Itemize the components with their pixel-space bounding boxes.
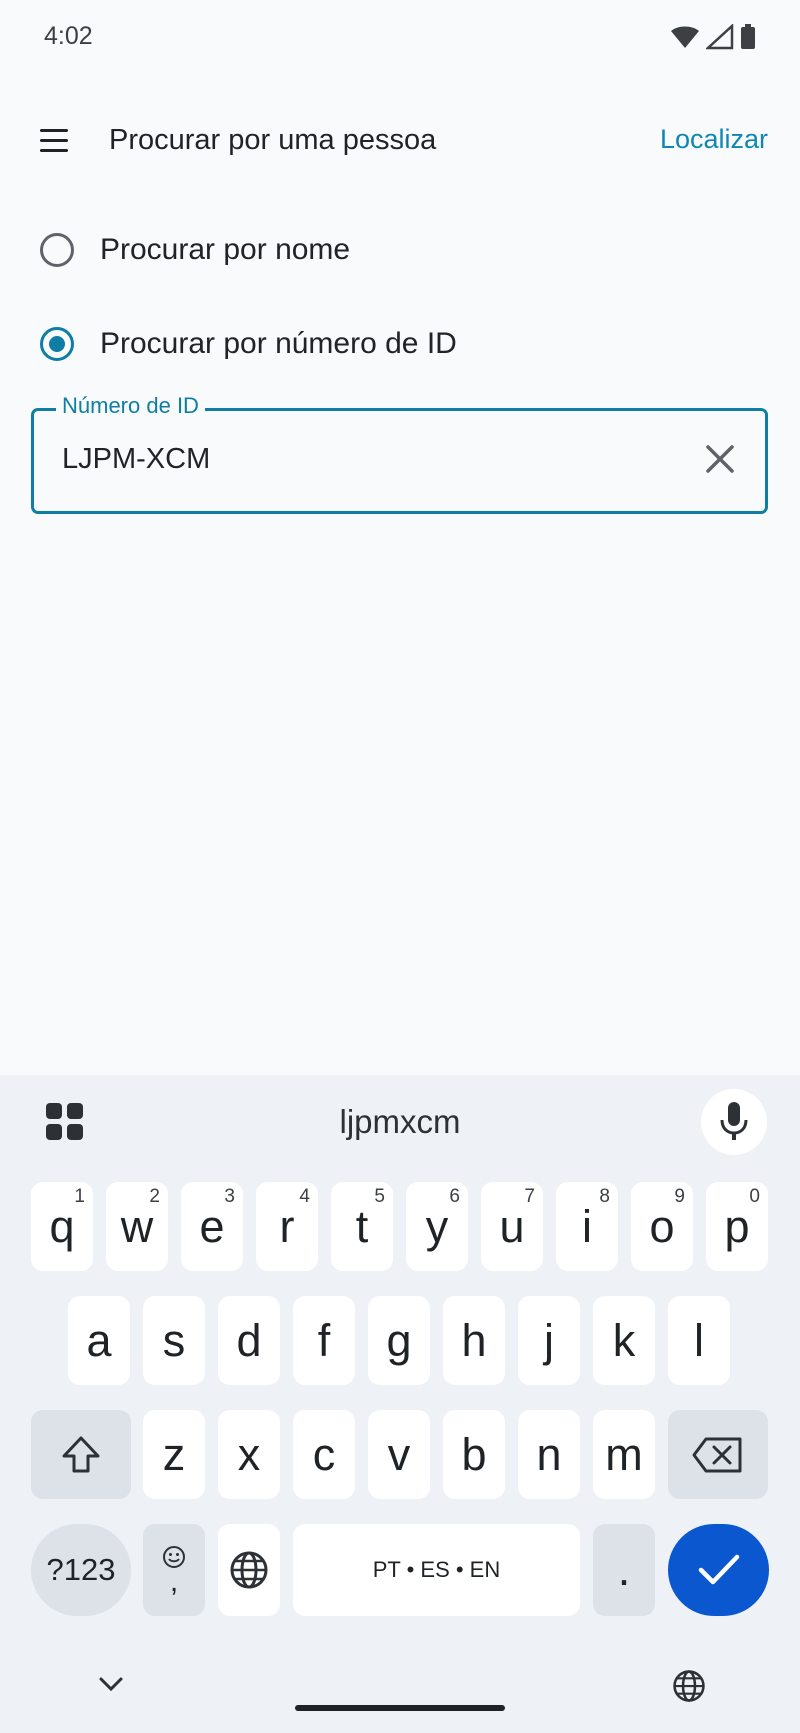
radio-button-selected[interactable]	[40, 327, 74, 361]
key-label: t	[355, 1200, 369, 1252]
key-label: w	[120, 1200, 154, 1252]
localizar-button[interactable]: Localizar	[660, 124, 768, 155]
key-label: r	[279, 1200, 295, 1252]
keyboard	[0, 1075, 800, 1733]
shift-key[interactable]	[31, 1410, 131, 1499]
mic-button[interactable]	[701, 1089, 767, 1155]
key-hint: 6	[449, 1186, 460, 1207]
key-h[interactable]: h	[443, 1296, 505, 1385]
key-hint: 1	[74, 1186, 85, 1207]
keyboard-suggestion[interactable]: ljpmxcm	[300, 1103, 500, 1141]
apps-grid-icon[interactable]	[46, 1103, 84, 1141]
key-x[interactable]: x	[218, 1410, 280, 1499]
key-label: p	[724, 1200, 750, 1252]
key-m[interactable]: m	[593, 1410, 655, 1499]
key-hint: 9	[674, 1186, 685, 1207]
globe-icon[interactable]	[672, 1669, 706, 1703]
key-n[interactable]: n	[518, 1410, 580, 1499]
key-g[interactable]: g	[368, 1296, 430, 1385]
key-c[interactable]: c	[293, 1410, 355, 1499]
key-t[interactable]: t5	[331, 1182, 393, 1271]
symbols-key[interactable]: ?123	[31, 1524, 131, 1616]
key-l[interactable]: l	[668, 1296, 730, 1385]
key-p[interactable]: p0	[706, 1182, 768, 1271]
radio-button[interactable]	[40, 233, 74, 267]
key-u[interactable]: u7	[481, 1182, 543, 1271]
id-number-input[interactable]: LJPM-XCM	[62, 443, 210, 476]
emoji-comma-key[interactable]: ,	[143, 1524, 205, 1616]
key-y[interactable]: y6	[406, 1182, 468, 1271]
key-label: u	[499, 1200, 525, 1252]
globe-icon	[230, 1551, 268, 1589]
key-hint: 0	[749, 1186, 760, 1207]
key-d[interactable]: d	[218, 1296, 280, 1385]
comma-label: ,	[169, 1565, 179, 1598]
key-label: e	[199, 1200, 225, 1252]
space-key[interactable]: PT • ES • EN	[293, 1524, 580, 1616]
period-key[interactable]: .	[593, 1524, 655, 1616]
radio-search-by-name[interactable]: Procurar por nome	[40, 233, 350, 267]
radio-label: Procurar por número de ID	[100, 327, 457, 360]
id-number-field-label: Número de ID	[56, 393, 205, 419]
microphone-icon	[720, 1102, 748, 1140]
key-v[interactable]: v	[368, 1410, 430, 1499]
key-b[interactable]: b	[443, 1410, 505, 1499]
battery-icon	[741, 24, 755, 49]
key-z[interactable]: z	[143, 1410, 205, 1499]
key-hint: 7	[524, 1186, 535, 1207]
radio-label: Procurar por nome	[100, 233, 351, 266]
key-hint: 4	[299, 1186, 310, 1207]
key-label: i	[582, 1200, 592, 1252]
key-i[interactable]: i8	[556, 1182, 618, 1271]
key-f[interactable]: f	[293, 1296, 355, 1385]
key-label: q	[49, 1200, 75, 1252]
menu-icon[interactable]	[36, 122, 72, 158]
wifi-icon	[671, 26, 699, 48]
signal-icon	[706, 24, 734, 50]
key-e[interactable]: e3	[181, 1182, 243, 1271]
backspace-icon	[692, 1437, 742, 1472]
key-hint: 2	[149, 1186, 160, 1207]
key-j[interactable]: j	[518, 1296, 580, 1385]
status-time: 4:02	[44, 22, 93, 50]
language-key[interactable]	[218, 1524, 280, 1616]
key-label: y	[425, 1200, 449, 1252]
navigation-handle[interactable]	[295, 1705, 505, 1711]
key-w[interactable]: w2	[106, 1182, 168, 1271]
key-hint: 8	[599, 1186, 610, 1207]
radio-search-by-id[interactable]: Procurar por número de ID	[40, 327, 457, 361]
enter-button[interactable]	[668, 1524, 769, 1616]
status-icons	[670, 24, 756, 50]
key-label: o	[649, 1200, 675, 1252]
key-a[interactable]: a	[68, 1296, 130, 1385]
clear-icon[interactable]	[702, 441, 738, 477]
key-q[interactable]: q1	[31, 1182, 93, 1271]
key-r[interactable]: r4	[256, 1182, 318, 1271]
check-icon	[698, 1554, 740, 1585]
shift-icon	[62, 1436, 100, 1472]
chevron-down-icon[interactable]	[98, 1676, 124, 1692]
key-hint: 3	[224, 1186, 235, 1207]
page-title: Procurar por uma pessoa	[109, 124, 437, 156]
key-hint: 5	[374, 1186, 385, 1207]
key-k[interactable]: k	[593, 1296, 655, 1385]
key-s[interactable]: s	[143, 1296, 205, 1385]
key-o[interactable]: o9	[631, 1182, 693, 1271]
backspace-key[interactable]	[668, 1410, 768, 1499]
